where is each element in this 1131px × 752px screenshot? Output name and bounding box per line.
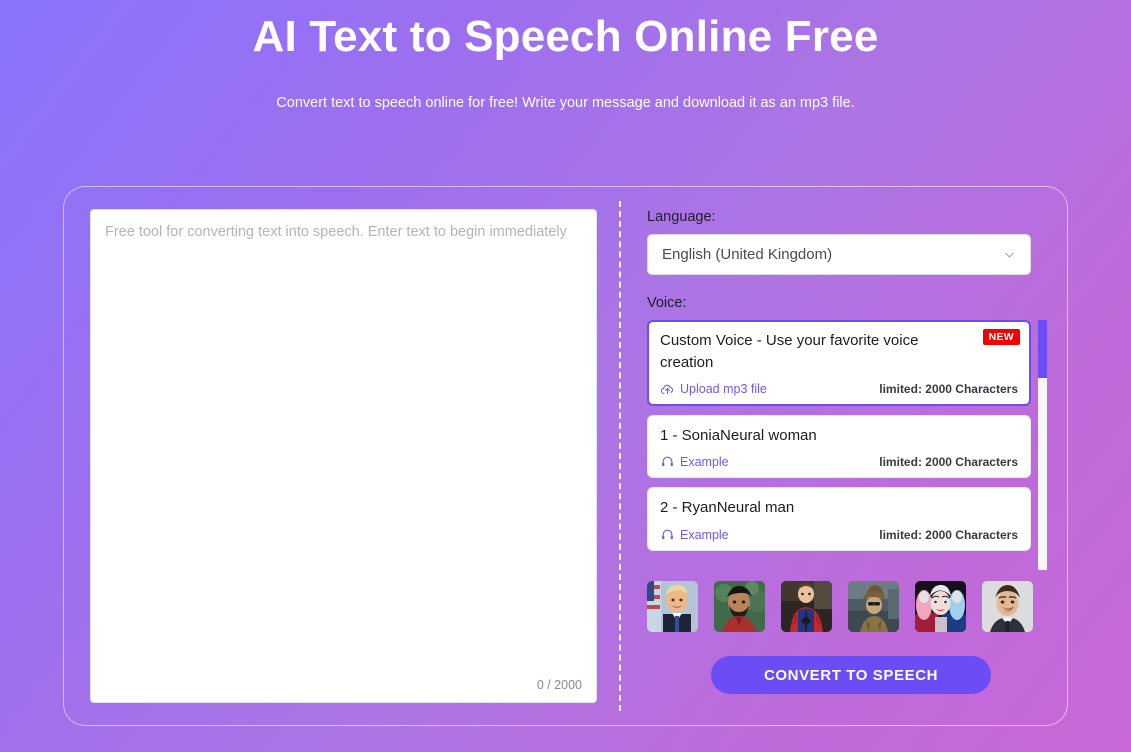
example-play-action[interactable]: Example (660, 454, 729, 469)
page-title: AI Text to Speech Online Free (252, 12, 879, 61)
voice-meta: Upload mp3 file limited: 2000 Characters (660, 382, 1018, 397)
voice-limit: limited: 2000 Characters (879, 454, 1018, 469)
avatar-man-grey-background[interactable] (982, 581, 1033, 632)
convert-to-speech-button[interactable]: CONVERT TO SPEECH (711, 656, 991, 694)
voice-card-ryan[interactable]: 2 - RyanNeural man Example limited: 2000… (647, 487, 1031, 551)
textarea-container: 0 / 2000 (90, 209, 597, 703)
avatar-politician-suit[interactable] (647, 581, 698, 632)
voice-meta: Example limited: 2000 Characters (660, 454, 1018, 469)
voice-list-scrollbar[interactable] (1038, 320, 1047, 570)
headphones-icon (660, 527, 675, 542)
example-play-action[interactable]: Example (660, 527, 729, 542)
example-label: Example (680, 454, 729, 469)
cloud-upload-icon (660, 382, 675, 397)
voice-name: 1 - SoniaNeural woman (660, 426, 817, 444)
voice-name: 2 - RyanNeural man (660, 499, 795, 517)
avatar-row (647, 581, 1047, 632)
voice-limit: limited: 2000 Characters (879, 382, 1018, 396)
text-input[interactable] (91, 210, 596, 702)
page-subtitle: Convert text to speech online for free! … (276, 95, 855, 112)
language-label: Language: (647, 209, 716, 225)
voice-name: Custom Voice - Use your favorite voice c… (660, 332, 919, 371)
tool-panel: 0 / 2000 Language: English (United Kingd… (63, 186, 1068, 726)
options-pane: Language: English (United Kingdom) Voice… (621, 187, 1067, 725)
status-badge: NEW (982, 329, 1020, 345)
upload-mp3-action[interactable]: Upload mp3 file (660, 382, 767, 397)
avatar-spiderman[interactable] (781, 581, 832, 632)
voice-limit: limited: 2000 Characters (879, 527, 1018, 542)
voice-selector: NEW Custom Voice - Use your favorite voi… (647, 320, 1047, 570)
example-label: Example (680, 527, 729, 542)
avatar-harley-quinn[interactable] (915, 581, 966, 632)
chevron-down-icon (1003, 248, 1016, 261)
voice-card-custom[interactable]: NEW Custom Voice - Use your favorite voi… (647, 320, 1031, 406)
page-header: AI Text to Speech Online Free Convert te… (0, 0, 1131, 111)
character-counter: 0 / 2000 (536, 678, 582, 692)
voice-list-scrollbar-thumb[interactable] (1038, 320, 1047, 378)
avatar-monkey-king[interactable] (848, 581, 899, 632)
avatar-bearded-man-red[interactable] (714, 581, 765, 632)
voice-label: Voice: (647, 295, 687, 311)
upload-mp3-label: Upload mp3 file (680, 382, 767, 396)
language-select[interactable]: English (United Kingdom) (647, 234, 1031, 275)
language-select-wrap: English (United Kingdom) (647, 234, 1047, 275)
voice-meta: Example limited: 2000 Characters (660, 527, 1018, 542)
voice-card-sonia[interactable]: 1 - SoniaNeural woman Example limited: 2… (647, 414, 1031, 479)
language-select-value: English (United Kingdom) (662, 246, 833, 263)
headphones-icon (660, 454, 675, 469)
voice-list[interactable]: NEW Custom Voice - Use your favorite voi… (647, 320, 1031, 560)
text-editor-pane: 0 / 2000 (64, 187, 619, 725)
